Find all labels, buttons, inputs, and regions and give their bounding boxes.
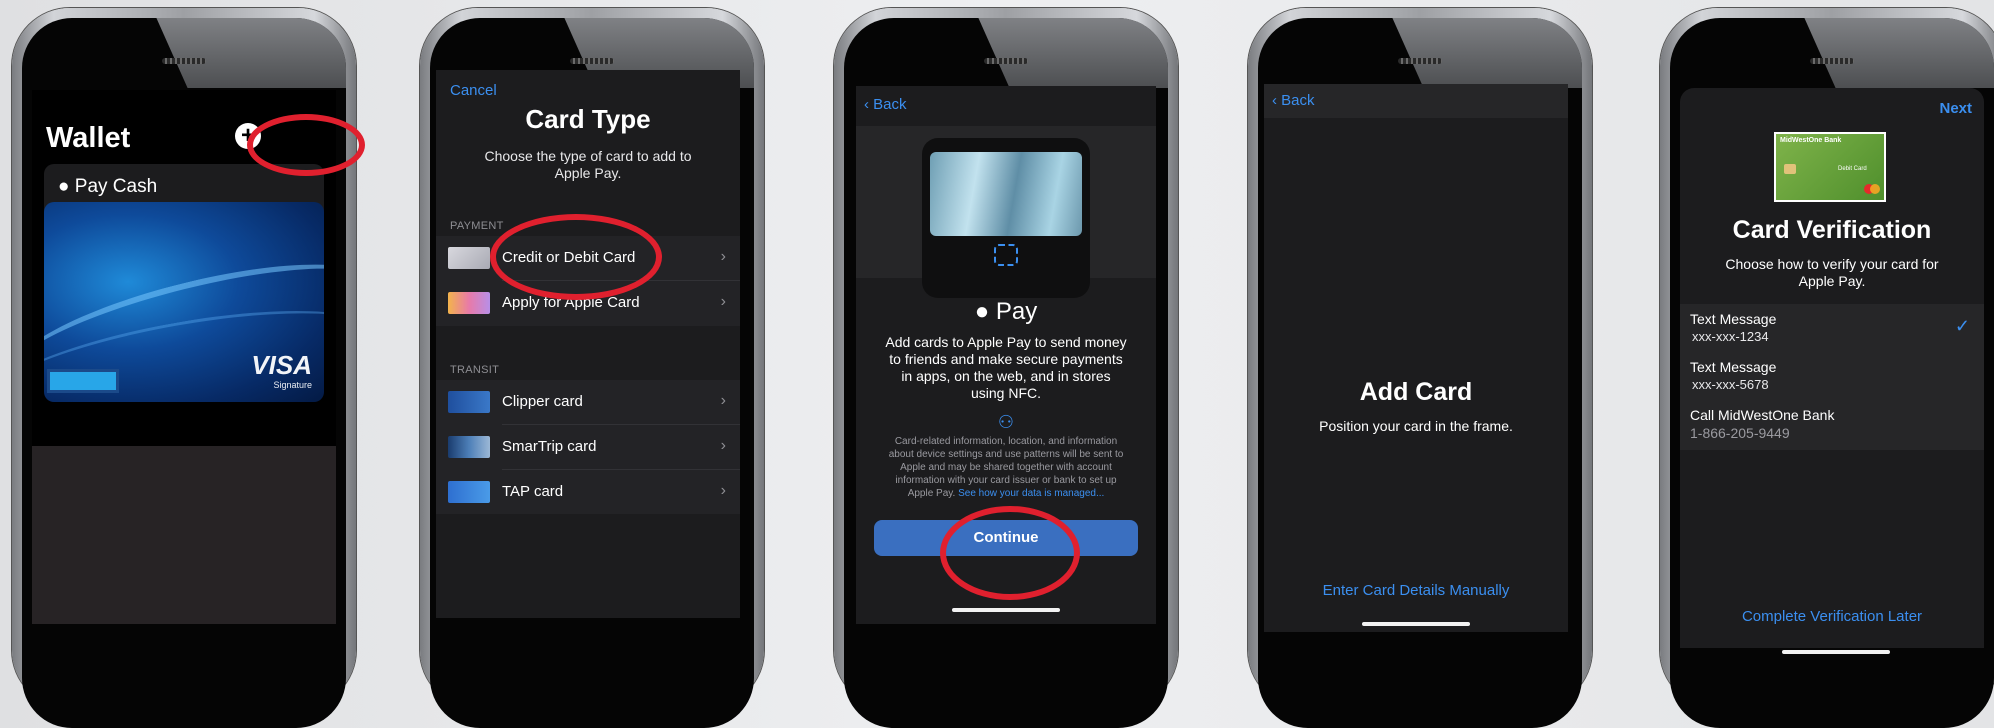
debit-card-label: Debit Card xyxy=(1838,166,1867,172)
option-label: TAP card xyxy=(502,483,564,500)
home-indicator[interactable] xyxy=(1782,650,1890,654)
chevron-right-icon: › xyxy=(720,437,726,454)
data-management-link[interactable]: See how your data is managed... xyxy=(958,488,1104,499)
add-card-subtitle: Position your card in the frame. xyxy=(1319,418,1513,434)
verification-option-call-bank[interactable]: Call MidWestOne Bank 1-866-205-9449 xyxy=(1680,400,1984,450)
privacy-text: about device settings and use patterns w… xyxy=(888,449,1124,460)
enter-card-manually-link[interactable]: Enter Card Details Manually xyxy=(1264,582,1568,599)
speaker-grille xyxy=(984,58,1028,64)
chevron-right-icon: › xyxy=(720,482,726,499)
checkmark-icon: ✓ xyxy=(1954,316,1970,336)
home-indicator[interactable] xyxy=(952,608,1060,612)
cancel-button[interactable]: Cancel xyxy=(450,82,497,99)
smartrip-card-thumb-icon xyxy=(448,436,490,458)
highlight-circle xyxy=(940,506,1080,600)
phone-add-card: ‹ Back Add Card Position your card in th… xyxy=(1248,8,1592,728)
chevron-right-icon: › xyxy=(720,392,726,409)
chevron-right-icon: › xyxy=(720,248,726,265)
verification-option-text-5678[interactable]: Text Message xxx-xxx-5678 xyxy=(1680,352,1984,400)
speaker-grille xyxy=(1810,58,1854,64)
clipper-card-option[interactable]: Clipper card › xyxy=(436,380,740,424)
speaker-grille xyxy=(570,58,614,64)
privacy-text-last: Apple Pay. See how your data is managed.… xyxy=(907,488,1105,499)
home-indicator[interactable] xyxy=(1362,622,1470,626)
highlight-circle xyxy=(247,114,365,176)
card-type-subtitle: Apple Pay. xyxy=(554,165,622,181)
bank-card-name: MidWestOne Bank xyxy=(1780,137,1842,144)
card-verification-subtitle: Apple Pay. xyxy=(1798,273,1866,289)
next-button[interactable]: Next xyxy=(1939,100,1972,117)
apple-logo-icon: ● xyxy=(58,176,70,197)
generic-card-thumb-icon xyxy=(448,247,490,269)
option-label: SmarTrip card xyxy=(502,438,597,455)
add-card-screen: ‹ Back Add Card Position your card in th… xyxy=(1264,84,1568,632)
bank-card-image: MidWestOne Bank Debit Card xyxy=(1774,132,1886,202)
complete-verification-later-link[interactable]: Complete Verification Later xyxy=(1680,608,1984,625)
option-detail: xxx-xxx-1234 xyxy=(1692,329,1769,344)
highlight-circle xyxy=(490,214,662,300)
face-id-icon xyxy=(994,244,1018,266)
back-button[interactable]: ‹ Back xyxy=(1272,92,1315,109)
card-verification-subtitle: Choose how to verify your card for xyxy=(1725,256,1939,272)
card-verification-screen: Next MidWestOne Bank Debit Card Card Ver… xyxy=(1680,88,1984,648)
smartrip-card-option[interactable]: SmarTrip card › xyxy=(436,425,740,469)
privacy-text: information with your card issuer or ban… xyxy=(895,475,1117,486)
visa-logo: VISA xyxy=(251,350,312,380)
privacy-handshake-icon: ⚇ xyxy=(997,412,1015,432)
option-detail: 1-866-205-9449 xyxy=(1690,425,1790,441)
privacy-text: Apple and may be shared together with ac… xyxy=(900,462,1112,473)
visa-card[interactable]: VISA Signature xyxy=(44,202,324,402)
option-label: Text Message xyxy=(1690,359,1777,375)
back-button[interactable]: ‹ Back xyxy=(864,96,907,113)
phone-apple-pay-intro: ‹ Back ● Pay Add cards to Apple Pay to s… xyxy=(834,8,1178,728)
card-illustration xyxy=(930,152,1082,236)
chevron-left-icon: ‹ xyxy=(864,96,869,113)
card-type-subtitle: Choose the type of card to add to xyxy=(484,148,692,164)
speaker-grille xyxy=(162,58,206,64)
option-label: Text Message xyxy=(1690,311,1777,327)
verification-option-text-1234[interactable]: Text Message xxx-xxx-1234 ✓ xyxy=(1680,304,1984,352)
add-card-title: Add Card xyxy=(1359,378,1473,406)
visa-signature-label: Signature xyxy=(273,380,312,390)
chevron-left-icon: ‹ xyxy=(1272,92,1277,109)
transit-group: Clipper card › SmarTrip card › TAP card … xyxy=(436,380,740,514)
apple-logo-icon: ● xyxy=(974,298,990,325)
verification-options: Text Message xxx-xxx-1234 ✓ Text Message… xyxy=(1680,304,1984,450)
transit-section-header: TRANSIT xyxy=(450,364,500,376)
chevron-right-icon: › xyxy=(720,293,726,310)
apple-pay-description: Add cards to Apple Pay to send money xyxy=(885,334,1127,350)
apple-card-thumb-icon xyxy=(448,292,490,314)
wallet-empty-area xyxy=(32,446,336,624)
phone-card-verification: Next MidWestOne Bank Debit Card Card Ver… xyxy=(1660,8,1994,728)
device-illustration-area xyxy=(856,126,1156,298)
card-type-title: Card Type xyxy=(525,104,651,134)
payment-section-header: PAYMENT xyxy=(450,220,504,232)
card-type-screen: Cancel Card Type Choose the type of card… xyxy=(436,70,740,618)
apple-pay-description: in apps, on the web, and in stores xyxy=(901,368,1111,384)
pay-cash-label: ● Pay Cash xyxy=(58,176,158,197)
option-detail: xxx-xxx-5678 xyxy=(1692,377,1769,392)
tap-card-option[interactable]: TAP card › xyxy=(436,470,740,514)
apple-pay-description: to friends and make secure payments xyxy=(889,351,1123,367)
phone-card-type: Cancel Card Type Choose the type of card… xyxy=(420,8,764,728)
option-label: Call MidWestOne Bank xyxy=(1690,407,1835,423)
card-verification-title: Card Verification xyxy=(1732,216,1932,244)
speaker-grille xyxy=(1398,58,1442,64)
option-label: Clipper card xyxy=(502,393,583,410)
apple-pay-description: using NFC. xyxy=(970,385,1042,401)
tap-card-thumb-icon xyxy=(448,481,490,503)
wallet-title: Wallet xyxy=(46,122,131,154)
apple-pay-logo: ● Pay xyxy=(974,298,1038,325)
card-number-redaction xyxy=(47,369,119,393)
phone-wallet: Wallet + ● Pay Cash VISA Signature xyxy=(12,8,356,728)
clipper-card-thumb-icon xyxy=(448,391,490,413)
privacy-text: Card-related information, location, and … xyxy=(894,436,1118,447)
chip-icon xyxy=(1784,164,1796,174)
